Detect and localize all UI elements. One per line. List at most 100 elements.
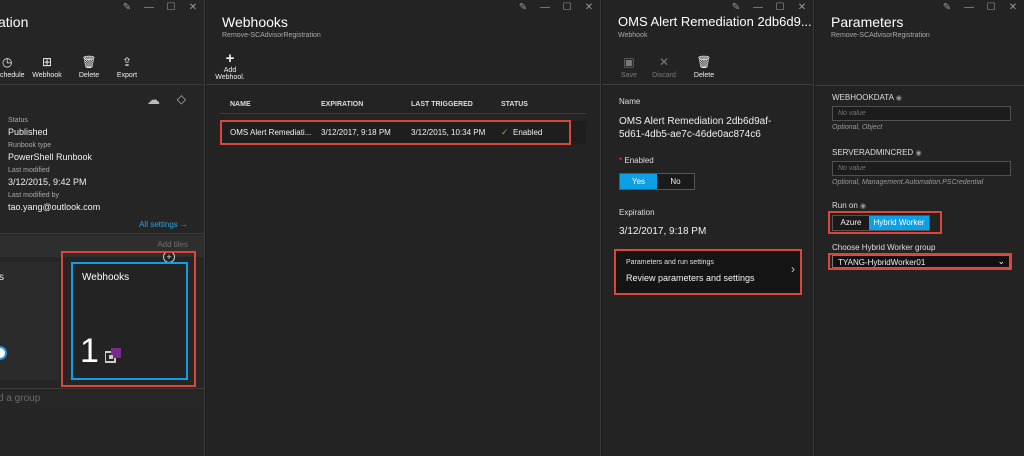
clock-icon: ◷ xyxy=(2,55,13,69)
export-button[interactable]: ⇪ Export xyxy=(108,44,146,84)
last-modified-by-value: tao.yang@outlook.com xyxy=(8,202,101,212)
window-controls: ✎ — ☐ ✕ xyxy=(518,2,594,13)
close-icon[interactable]: ✕ xyxy=(188,2,198,13)
webhook-button[interactable]: ⊞ Webhook xyxy=(24,44,70,84)
delete-icon: 🗑 xyxy=(81,55,97,69)
serveradmincred-label: SERVERADMINCRED ◉ xyxy=(832,148,922,157)
webhooks-tile-count: 1 xyxy=(80,332,99,370)
blade-subtitle: Webhook xyxy=(618,32,648,39)
add-webhook-button[interactable]: + Add Webhool. xyxy=(215,44,244,84)
enabled-no-option[interactable]: No xyxy=(657,174,694,189)
essentials-panel: ☁ ◇ Status Published Runbook type PowerS… xyxy=(0,86,204,234)
tag-icon[interactable]: ◇ xyxy=(177,92,186,106)
maximize-icon[interactable]: ☐ xyxy=(562,2,572,13)
schedule-button[interactable]: ◷ chedule xyxy=(0,44,25,84)
parameters-blade: ✎ — ☐ ✕ Parameters Remove-SCAdvisorRegis… xyxy=(815,0,1024,456)
close-icon[interactable]: ✕ xyxy=(1008,2,1018,13)
window-controls: ✎ — ☐ ✕ xyxy=(942,2,1018,13)
run-on-label: Run on ◉ xyxy=(832,201,867,210)
cloud-icon[interactable]: ☁ xyxy=(147,92,160,108)
column-last-triggered[interactable]: LAST TRIGGERED xyxy=(411,101,473,108)
clock-icon xyxy=(0,346,7,360)
command-bar: ◷ chedule ⊞ Webhook 🗑 Delete ⇪ Export xyxy=(0,44,204,85)
enabled-toggle[interactable]: Yes No xyxy=(619,173,695,190)
close-icon[interactable]: ✕ xyxy=(797,2,807,13)
webhooks-tile[interactable]: Webhooks 1 xyxy=(71,262,188,380)
pin-icon[interactable]: ✎ xyxy=(731,2,741,13)
info-icon[interactable]: ◉ xyxy=(915,150,921,157)
add-group-label: d a group xyxy=(0,393,41,404)
pin-icon[interactable]: ✎ xyxy=(518,2,528,13)
status-label: Status xyxy=(8,117,28,124)
minimize-icon[interactable]: — xyxy=(753,2,763,13)
serveradmincred-hint: Optional, Management.Automation.PSCreden… xyxy=(832,179,984,186)
close-icon[interactable]: ✕ xyxy=(584,2,594,13)
webhookdata-label: WEBHOOKDATA ◉ xyxy=(832,93,902,102)
webhooks-tile-title: Webhooks xyxy=(82,272,130,283)
discard-icon: ✕ xyxy=(658,55,670,69)
required-marker: * xyxy=(619,156,623,165)
column-status[interactable]: STATUS xyxy=(501,101,528,108)
maximize-icon[interactable]: ☐ xyxy=(166,2,176,13)
column-name[interactable]: NAME xyxy=(230,101,251,108)
serveradmincred-input[interactable]: No value xyxy=(832,161,1011,176)
enabled-yes-option[interactable]: Yes xyxy=(620,174,657,189)
webhookdata-hint: Optional, Object xyxy=(832,124,883,131)
name-value: OMS Alert Remediation 2db6d9af- 5d61-4db… xyxy=(619,116,772,140)
last-modified-label: Last modified xyxy=(8,167,50,174)
blade-subtitle: Remove-SCAdvisorRegistration xyxy=(831,32,930,39)
save-icon: ▣ xyxy=(623,55,635,69)
runbook-blade: ✎ — ☐ ✕ ation ◷ chedule ⊞ Webhook 🗑 Dele… xyxy=(0,0,205,456)
status-value: Published xyxy=(8,127,48,137)
maximize-icon[interactable]: ☐ xyxy=(775,2,785,13)
blade-title: Webhooks xyxy=(222,14,288,30)
save-button[interactable]: ▣ Save xyxy=(616,44,642,84)
minimize-icon[interactable]: — xyxy=(144,2,154,13)
runbook-type-label: Runbook type xyxy=(8,142,52,149)
hybrid-group-label: Choose Hybrid Worker group xyxy=(832,243,936,252)
minimize-icon[interactable]: — xyxy=(964,2,974,13)
command-bar: + Add Webhool. xyxy=(206,44,600,85)
delete-button[interactable]: 🗑 Delete xyxy=(70,44,108,84)
expiration-value: 3/12/2017, 9:18 PM xyxy=(619,226,707,237)
minimize-icon[interactable]: — xyxy=(540,2,550,13)
plus-icon: + xyxy=(225,50,235,67)
webhook-icon: ⊞ xyxy=(41,55,53,69)
params-highlight xyxy=(614,249,802,295)
header-divider xyxy=(815,85,1024,86)
discard-button[interactable]: ✕ Discard xyxy=(642,44,686,84)
runbook-type-value: PowerShell Runbook xyxy=(8,152,93,162)
delete-button[interactable]: 🗑 Delete xyxy=(686,44,722,84)
pin-icon[interactable]: ✎ xyxy=(942,2,952,13)
command-bar: ▣ Save ✕ Discard 🗑 Delete xyxy=(602,44,813,85)
expiration-label: Expiration xyxy=(619,208,655,217)
add-tiles-link[interactable]: Add tiles xyxy=(157,240,188,249)
name-label: Name xyxy=(619,97,641,106)
blade-title: OMS Alert Remediation 2db6d9... xyxy=(618,14,812,29)
all-settings-link[interactable]: All settings → xyxy=(139,220,188,229)
webhook-detail-blade: ✎ — ☐ ✕ OMS Alert Remediation 2db6d9... … xyxy=(602,0,814,456)
blade-title: ation xyxy=(0,14,29,30)
webhooks-blade: ✎ — ☐ ✕ Webhooks Remove-SCAdvisorRegistr… xyxy=(206,0,601,456)
export-icon: ⇪ xyxy=(121,55,133,69)
maximize-icon[interactable]: ☐ xyxy=(986,2,996,13)
add-group-bar[interactable]: d a group xyxy=(0,388,204,408)
last-modified-by-label: Last modified by xyxy=(8,192,59,199)
column-expiration[interactable]: EXPIRATION xyxy=(321,101,363,108)
blade-subtitle: Remove-SCAdvisorRegistration xyxy=(222,32,321,39)
delete-icon: 🗑 xyxy=(696,55,712,69)
blade-title: Parameters xyxy=(831,14,904,30)
webhook-icon xyxy=(104,348,121,364)
info-icon[interactable]: ◉ xyxy=(860,203,866,210)
window-controls: ✎ — ☐ ✕ xyxy=(122,2,198,13)
tile-left[interactable]: s xyxy=(0,262,59,380)
pin-icon[interactable]: ✎ xyxy=(122,2,132,13)
info-icon[interactable]: ◉ xyxy=(896,95,902,102)
table-header: NAME EXPIRATION LAST TRIGGERED STATUS xyxy=(220,96,586,114)
hybrid-group-highlight xyxy=(828,253,1012,270)
last-modified-value: 3/12/2015, 9:42 PM xyxy=(8,177,87,187)
window-controls: ✎ — ☐ ✕ xyxy=(731,2,807,13)
run-on-highlight xyxy=(828,211,942,234)
webhookdata-input[interactable]: No value xyxy=(832,106,1011,121)
enabled-label: * Enabled xyxy=(619,156,654,165)
